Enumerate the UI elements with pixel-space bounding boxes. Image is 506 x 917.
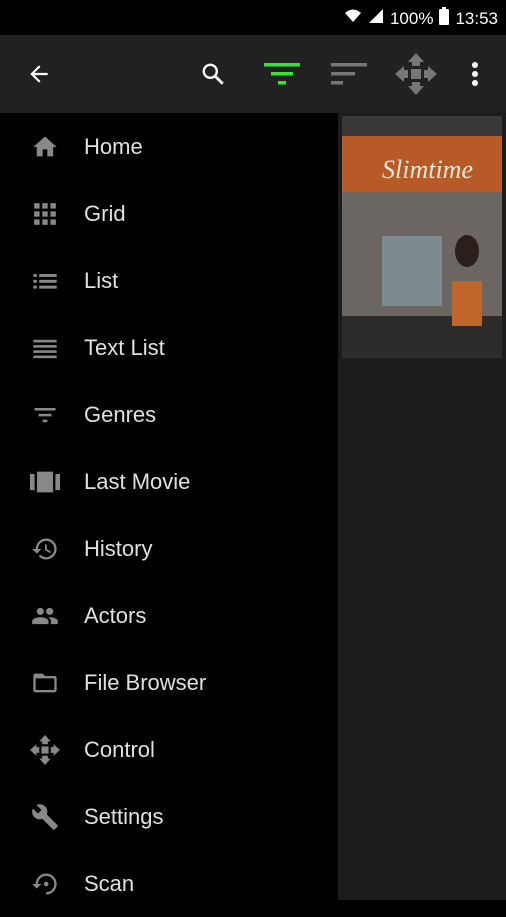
drawer-item-settings[interactable]: Settings [0,783,338,850]
signal-icon [368,8,384,29]
scan-icon [30,869,60,899]
grid-icon [30,199,60,229]
poster-title: Slimtime [382,155,473,184]
drawer-item-label: List [84,267,119,293]
drawer-item-scan[interactable]: Scan [0,850,338,917]
drawer-item-label: Scan [84,870,135,896]
drawer-item-label: Control [84,736,155,762]
genres-filter-icon [30,400,60,430]
clock: 13:53 [455,8,498,28]
filter-icon[interactable] [260,52,304,96]
back-arrow-icon[interactable] [17,52,61,96]
movie-poster[interactable]: Slimtime [342,116,502,358]
drawer-item-history[interactable]: History [0,515,338,582]
history-icon [30,534,60,564]
home-icon [30,132,60,162]
battery-icon [439,7,450,30]
navigation-drawer: Home Grid List Text List Genres Last Movie His… [0,113,338,900]
drawer-item-label: Actors [84,602,147,628]
folder-icon [30,668,60,698]
drawer-item-list[interactable]: List [0,247,338,314]
text-list-icon [30,333,60,363]
drawer-item-home[interactable]: Home [0,113,338,180]
app-toolbar [0,35,506,113]
last-movie-icon [30,467,60,497]
actors-icon [30,601,60,631]
remote-control-icon[interactable] [394,52,438,96]
drawer-item-label: History [84,535,153,561]
status-bar: 100% 13:53 [0,0,506,35]
drawer-item-label: Text List [84,334,165,360]
drawer-item-label: Genres [84,401,157,427]
sort-icon[interactable] [327,52,371,96]
drawer-item-label: Last Movie [84,468,191,494]
drawer-item-text-list[interactable]: Text List [0,314,338,381]
search-icon[interactable] [191,52,235,96]
wrench-icon [30,802,60,832]
status-indicators: 100% 13:53 [344,7,498,30]
list-icon [30,266,60,296]
more-vert-icon[interactable] [453,52,497,96]
drawer-item-last-movie[interactable]: Last Movie [0,448,338,515]
drawer-item-label: Home [84,133,143,159]
drawer-item-label: Grid [84,200,126,226]
drawer-item-label: Settings [84,803,164,829]
drawer-item-grid[interactable]: Grid [0,180,338,247]
drawer-item-control[interactable]: Control [0,716,338,783]
drawer-item-actors[interactable]: Actors [0,582,338,649]
drawer-item-label: File Browser [84,669,207,695]
control-icon [30,734,60,765]
wifi-icon [344,8,362,29]
drawer-item-genres[interactable]: Genres [0,381,338,448]
battery-percent: 100% [389,8,434,28]
drawer-item-file-browser[interactable]: File Browser [0,649,338,716]
content-area: Slimtime [338,113,506,900]
